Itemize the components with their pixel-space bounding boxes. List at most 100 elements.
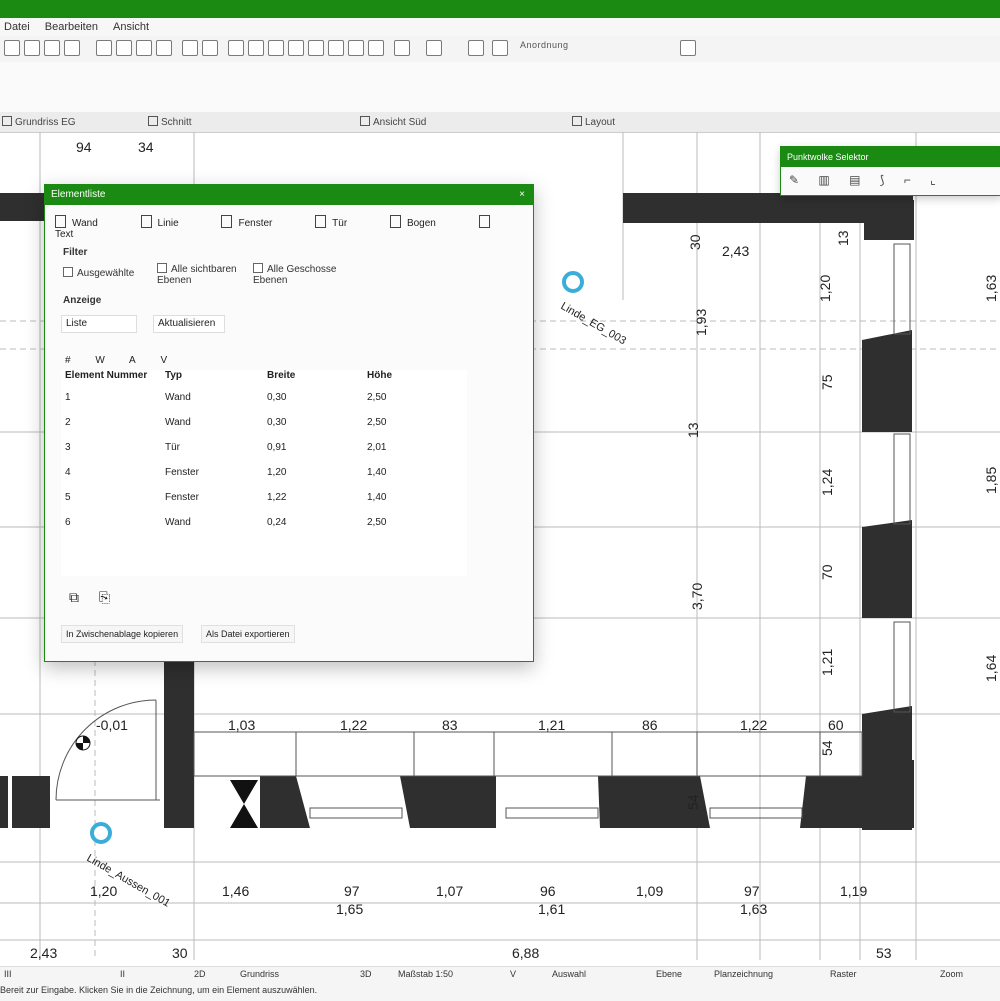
view-dropdown[interactable]: Anordnung (520, 40, 569, 50)
status-item[interactable]: Planzeichnung (714, 969, 773, 979)
dialog-titlebar[interactable]: Elementliste × (45, 185, 533, 205)
slice-icon[interactable]: ▤ (849, 173, 860, 187)
table-cell[interactable]: 1 (65, 392, 71, 403)
menu-file[interactable]: Datei (4, 18, 30, 36)
col-header-number[interactable]: Element Nummer (65, 370, 147, 381)
status-item[interactable]: V (510, 969, 516, 979)
table-cell[interactable]: 0,24 (267, 517, 286, 528)
checkbox-all-floors[interactable]: Alle Geschosse Ebenen (253, 263, 343, 286)
attach-icon[interactable]: ⎘ (99, 589, 110, 605)
undo-icon[interactable] (156, 40, 172, 56)
table-cell[interactable]: Wand (165, 417, 191, 428)
status-item[interactable]: Ebene (656, 969, 682, 979)
tool-door[interactable]: Tür (315, 215, 367, 229)
tool-wall[interactable]: Wand (55, 215, 118, 229)
table-cell[interactable]: 0,30 (267, 417, 286, 428)
table-cell[interactable]: Wand (165, 392, 191, 403)
col-header-type[interactable]: Typ (165, 370, 182, 381)
tool-line[interactable]: Linie (140, 215, 199, 229)
selection-icon[interactable] (228, 40, 244, 56)
close-icon[interactable]: × (519, 185, 525, 205)
menu-edit[interactable]: Bearbeiten (45, 18, 98, 36)
palette-title[interactable]: Punktwolke Selektor (781, 147, 1000, 167)
paste-icon[interactable] (136, 40, 152, 56)
area-icon[interactable]: A (129, 355, 136, 366)
table-cell[interactable]: 1,22 (267, 492, 286, 503)
tool-arc[interactable]: Bogen (389, 215, 456, 229)
status-item[interactable]: Grundriss (240, 969, 279, 979)
crop-icon[interactable]: ⌐ (904, 173, 911, 187)
status-item[interactable]: Maßstab 1:50 (398, 969, 453, 979)
copy-icon[interactable]: ⧉ (69, 589, 79, 605)
tab-elevation[interactable]: Ansicht Süd (360, 116, 426, 128)
table-cell[interactable]: Fenster (165, 492, 199, 503)
table-cell[interactable]: 6 (65, 517, 71, 528)
display-mode-field[interactable]: Liste (61, 315, 137, 333)
magic-wand-icon[interactable] (248, 40, 264, 56)
table-cell[interactable]: 0,30 (267, 392, 286, 403)
marker-point-1[interactable] (562, 271, 584, 293)
redo-icon[interactable] (182, 40, 198, 56)
table-cell[interactable]: Fenster (165, 467, 199, 478)
fit-icon[interactable] (328, 40, 344, 56)
new-icon[interactable] (4, 40, 20, 56)
menu-view[interactable]: Ansicht (113, 18, 149, 36)
table-cell[interactable]: 2,50 (367, 417, 386, 428)
marquee-icon[interactable] (268, 40, 284, 56)
marker-point-2[interactable] (90, 822, 112, 844)
volume-icon[interactable]: V (160, 355, 167, 366)
zoom-icon[interactable] (288, 40, 304, 56)
table-cell[interactable]: 4 (65, 467, 71, 478)
lasso-icon[interactable]: ⟆ (880, 173, 885, 187)
col-header-height[interactable]: Höhe (367, 370, 392, 381)
table-cell[interactable]: 3 (65, 442, 71, 453)
table-cell[interactable]: 2,01 (367, 442, 386, 453)
table-cell[interactable]: 2 (65, 417, 71, 428)
table-cell[interactable]: 5 (65, 492, 71, 503)
brush-icon[interactable]: ✎ (789, 173, 799, 187)
table-cell[interactable]: 0,91 (267, 442, 286, 453)
toolbar-more-icon[interactable] (680, 40, 696, 56)
pan-icon[interactable] (308, 40, 324, 56)
checkbox-selected[interactable]: Ausgewählte (63, 267, 134, 279)
3d-view-icon[interactable] (394, 40, 410, 56)
open-icon[interactable] (24, 40, 40, 56)
checkbox-visible-layers[interactable]: Alle sichtbaren Ebenen (157, 263, 237, 286)
refresh-button[interactable]: Aktualisieren (153, 315, 225, 333)
tab-layout[interactable]: Layout (572, 116, 615, 128)
status-item[interactable]: Auswahl (552, 969, 586, 979)
copy-to-clipboard-button[interactable]: In Zwischenablage kopieren (61, 625, 184, 643)
export-file-button[interactable]: Als Datei exportieren (201, 625, 295, 643)
col-header-width[interactable]: Breite (267, 370, 295, 381)
cut-icon[interactable] (96, 40, 112, 56)
status-item[interactable]: II (120, 969, 125, 979)
layer-icon[interactable] (348, 40, 364, 56)
tab-floor-plan[interactable]: Grundriss EG (2, 116, 76, 128)
status-item[interactable]: Raster (830, 969, 857, 979)
measure-icon[interactable] (468, 40, 484, 56)
pointer-icon[interactable] (202, 40, 218, 56)
width-icon[interactable]: W (95, 355, 104, 366)
table-cell[interactable]: 2,50 (367, 517, 386, 528)
move-icon[interactable]: ⌞ (930, 173, 936, 187)
tool-window[interactable]: Fenster (221, 215, 292, 229)
copy-icon[interactable] (116, 40, 132, 56)
tab-section[interactable]: Schnitt (148, 116, 192, 128)
table-cell[interactable]: 1,40 (367, 492, 386, 503)
column-select-icon[interactable]: ▥ (818, 173, 829, 187)
status-item[interactable]: III (4, 969, 12, 979)
table-cell[interactable]: 1,20 (267, 467, 286, 478)
number-icon[interactable]: # (65, 355, 71, 366)
print-icon[interactable] (64, 40, 80, 56)
status-item[interactable]: 2D (194, 969, 206, 979)
render-icon[interactable] (426, 40, 442, 56)
save-icon[interactable] (44, 40, 60, 56)
table-cell[interactable]: Tür (165, 442, 180, 453)
table-cell[interactable]: 2,50 (367, 392, 386, 403)
grid-icon[interactable] (368, 40, 384, 56)
settings-icon[interactable] (492, 40, 508, 56)
status-item[interactable]: Zoom (940, 969, 963, 979)
table-cell[interactable]: Wand (165, 517, 191, 528)
table-cell[interactable]: 1,40 (367, 467, 386, 478)
status-item[interactable]: 3D (360, 969, 372, 979)
